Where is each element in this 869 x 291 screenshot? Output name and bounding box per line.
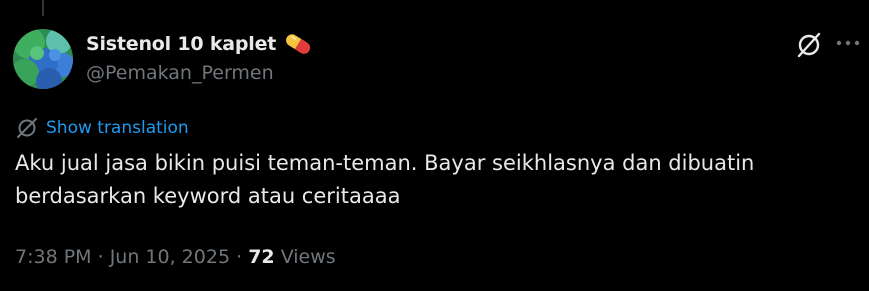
translate-icon — [15, 116, 39, 140]
tweet-date[interactable]: Jun 10, 2025 — [110, 246, 230, 268]
tweet-metadata: 7:38 PM · Jun 10, 2025 · 72 Views — [15, 246, 336, 268]
author-display-name[interactable]: Sistenol 10 kaplet — [86, 33, 276, 55]
views-label[interactable]: Views — [281, 246, 336, 268]
tweet-time[interactable]: 7:38 PM — [15, 246, 92, 268]
more-options-icon[interactable] — [833, 30, 863, 58]
meta-separator: · — [236, 246, 243, 268]
show-translation-label[interactable]: Show translation — [46, 118, 189, 138]
tweet-text: Aku jual jasa bikin puisi teman-teman. B… — [15, 151, 755, 208]
show-translation-link[interactable]: Show translation — [15, 116, 189, 140]
author-handle[interactable]: @Pemakan_Permen — [86, 62, 274, 84]
thread-connector-line — [42, 0, 44, 16]
pill-icon — [283, 31, 313, 57]
views-count[interactable]: 72 — [248, 246, 274, 268]
meta-separator: · — [97, 246, 104, 268]
grok-icon[interactable] — [795, 31, 823, 59]
avatar[interactable] — [13, 29, 73, 89]
